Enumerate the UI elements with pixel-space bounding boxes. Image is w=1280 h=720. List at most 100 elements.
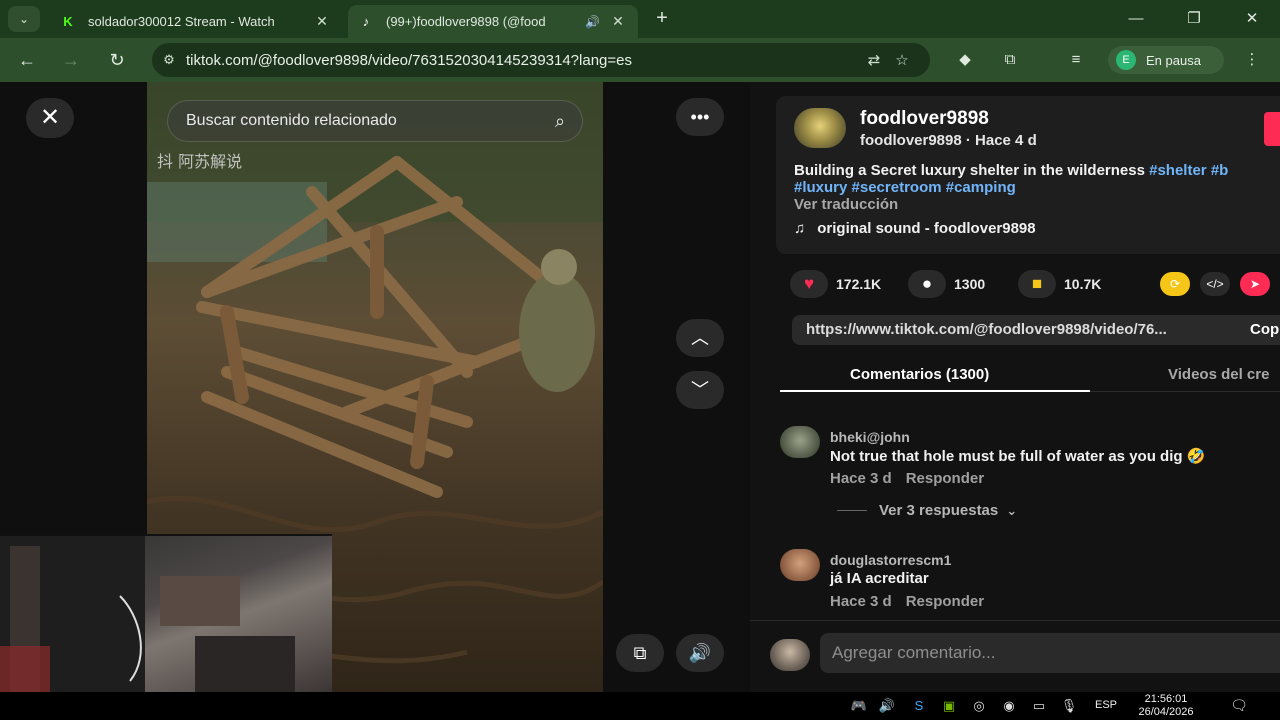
- author-name[interactable]: foodlover9898: [860, 108, 989, 130]
- close-icon: ✕: [39, 104, 61, 131]
- reply-button[interactable]: Responder: [906, 470, 984, 487]
- site-info-icon[interactable]: ⚙: [152, 52, 186, 68]
- follow-button[interactable]: [1264, 112, 1280, 146]
- forward-button[interactable]: →: [58, 47, 84, 73]
- embed-button[interactable]: </>: [1200, 272, 1230, 296]
- send-icon: ➤: [1249, 277, 1261, 291]
- window-close-button[interactable]: ✕: [1230, 6, 1274, 32]
- new-tab-button[interactable]: +: [650, 7, 674, 31]
- description-card: foodlover9898 foodlover9898 · Hace 4 d B…: [776, 96, 1280, 254]
- chevron-down-icon: ﹀: [691, 380, 709, 400]
- sound-name: original sound - foodlover9898: [817, 220, 1036, 237]
- profile-avatar: E: [1116, 50, 1136, 70]
- hashtag-link[interactable]: #luxury: [794, 179, 847, 196]
- commenter-name[interactable]: douglastorrescm1: [830, 552, 951, 568]
- comment-meta: Hace 3 d Responder: [830, 593, 984, 610]
- audio-playing-icon[interactable]: 🔊: [585, 15, 600, 29]
- webcam-frame: [0, 536, 295, 694]
- tab-kick-stream[interactable]: K soldador300012 Stream - Watch ✕: [50, 5, 342, 38]
- more-options-button[interactable]: •••: [676, 98, 724, 136]
- tab-title: (99+)foodlover9898 (@food: [386, 14, 546, 29]
- previous-video-button[interactable]: ︿: [676, 319, 724, 357]
- copy-link-box[interactable]: https://www.tiktok.com/@foodlover9898/vi…: [792, 315, 1280, 345]
- profile-button[interactable]: E En pausa: [1108, 46, 1224, 74]
- comment-composer: Agregar comentario...: [750, 620, 1280, 692]
- next-video-button[interactable]: ﹀: [676, 371, 724, 409]
- tab-creator-videos[interactable]: Videos del cre: [1168, 366, 1269, 383]
- close-video-button[interactable]: ✕: [26, 98, 74, 138]
- tab-tiktok[interactable]: ♪ (99+)foodlover9898 (@food 🔊 ✕: [348, 5, 638, 38]
- minimize-button[interactable]: —: [1114, 6, 1158, 32]
- tab-comments[interactable]: Comentarios (1300): [850, 366, 989, 383]
- profile-label: En pausa: [1146, 52, 1201, 68]
- close-tab-icon[interactable]: ✕: [312, 13, 332, 30]
- volume-tray-icon[interactable]: 🔊: [878, 698, 896, 714]
- system-clock[interactable]: 21:56:01 26/04/2026: [1134, 693, 1198, 719]
- reload-button[interactable]: ↻: [104, 47, 130, 73]
- related-search-placeholder: Buscar contenido relacionado: [186, 112, 397, 129]
- menu-kebab-icon[interactable]: ⋮: [1240, 48, 1264, 72]
- repost-button[interactable]: ⟳: [1160, 272, 1190, 296]
- close-tab-icon[interactable]: ✕: [608, 13, 628, 30]
- skype-icon[interactable]: S: [910, 698, 928, 714]
- heart-icon: ♥: [790, 270, 828, 298]
- video-description: Building a Secret luxury shelter in the …: [794, 162, 1280, 196]
- nvidia-icon[interactable]: ▣: [940, 698, 958, 714]
- comment-text: Not true that hole must be full of water…: [830, 448, 1206, 465]
- extensions-puzzle-icon[interactable]: ⧉: [998, 48, 1022, 72]
- repost-icon: ⟳: [1169, 277, 1181, 291]
- comment-time: Hace 3 d: [830, 470, 892, 487]
- send-button[interactable]: ➤: [1240, 272, 1270, 296]
- like-stat[interactable]: ♥ 172.1K: [790, 270, 881, 298]
- add-comment-input[interactable]: Agregar comentario...: [820, 633, 1280, 673]
- microphone-icon[interactable]: 🎙: [1060, 698, 1078, 714]
- comment-stat[interactable]: ● 1300: [908, 270, 985, 298]
- kick-icon: K: [63, 14, 73, 29]
- speaker-icon: 🔊: [688, 643, 712, 663]
- network-icon[interactable]: ▭: [1030, 698, 1048, 714]
- music-note-icon: ♫: [794, 220, 806, 237]
- gamepad-icon[interactable]: 🎮: [850, 698, 868, 714]
- search-icon[interactable]: ⌕: [538, 111, 582, 132]
- volume-button[interactable]: 🔊: [676, 634, 724, 672]
- bookmark-star-icon[interactable]: ☆: [888, 51, 916, 69]
- tab-search-button[interactable]: ⌄: [8, 6, 40, 32]
- comment-time: Hace 3 d: [830, 593, 892, 610]
- app-tray-icon[interactable]: ◎: [970, 698, 988, 714]
- related-search-input[interactable]: Buscar contenido relacionado ⌕: [167, 100, 583, 142]
- video-watermark: 抖 阿苏解说: [157, 152, 243, 171]
- media-control-icon[interactable]: ≡: [1064, 48, 1088, 72]
- windows-taskbar: 🎮 🔊 S ▣ ◎ ◉ ▭ 🎙 ESP 21:56:01 26/04/2026 …: [0, 692, 1280, 720]
- maximize-button[interactable]: ❐: [1172, 6, 1216, 32]
- address-bar[interactable]: ⚙ tiktok.com/@foodlover9898/video/763152…: [152, 43, 930, 77]
- chevron-up-icon: ︿: [691, 328, 709, 348]
- reply-button[interactable]: Responder: [906, 593, 984, 610]
- notification-icon[interactable]: 🗨: [1228, 697, 1250, 715]
- hashtag-link[interactable]: #secretroom: [852, 179, 942, 196]
- commenter-avatar[interactable]: [780, 426, 820, 458]
- translate-icon[interactable]: ⇄: [860, 51, 888, 69]
- author-subtitle: foodlover9898 · Hace 4 d: [860, 132, 1037, 149]
- hashtag-link[interactable]: #shelter: [1149, 162, 1207, 179]
- hashtag-link[interactable]: #camping: [946, 179, 1016, 196]
- sound-link[interactable]: ♫ original sound - foodlover9898: [794, 220, 1036, 237]
- see-translation-link[interactable]: Ver traducción: [794, 196, 898, 213]
- back-button[interactable]: ←: [14, 47, 40, 73]
- steam-icon[interactable]: ◉: [1000, 698, 1018, 714]
- hashtag-link[interactable]: #b: [1211, 162, 1229, 179]
- picture-in-picture-button[interactable]: ⧉: [616, 634, 664, 672]
- commenter-name[interactable]: bheki@john: [830, 429, 910, 445]
- tab-title: soldador300012 Stream - Watch: [88, 14, 275, 29]
- copy-link-button[interactable]: Cop: [1250, 315, 1279, 345]
- view-replies-button[interactable]: Ver 3 respuestas ⌄: [837, 502, 1017, 519]
- extension-icon[interactable]: ◆: [953, 48, 977, 72]
- save-stat[interactable]: ■ 10.7K: [1018, 270, 1101, 298]
- comment-bubble-icon: ●: [908, 270, 946, 298]
- comment-count: 1300: [954, 276, 986, 292]
- active-tab-underline: [780, 390, 1090, 392]
- author-avatar[interactable]: [794, 108, 846, 148]
- commenter-avatar[interactable]: [780, 549, 820, 581]
- keyboard-language[interactable]: ESP: [1095, 699, 1117, 711]
- clock-time: 21:56:01: [1144, 693, 1188, 705]
- url-text[interactable]: tiktok.com/@foodlover9898/video/76315203…: [186, 52, 860, 69]
